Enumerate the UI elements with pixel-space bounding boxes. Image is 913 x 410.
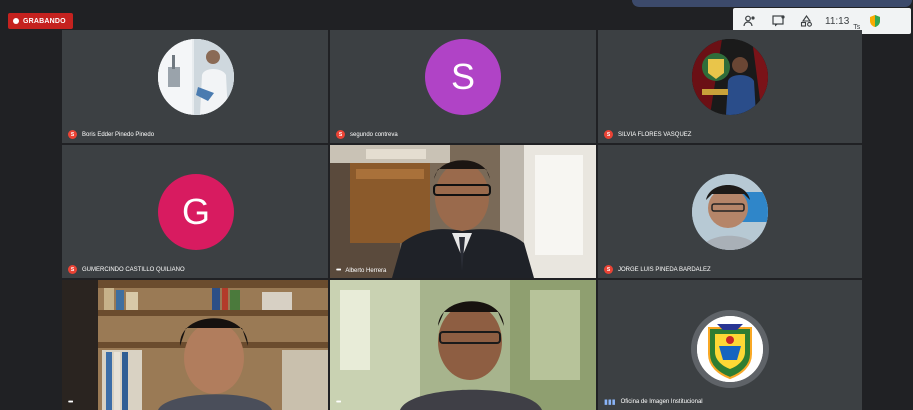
avatar [691, 310, 769, 388]
avatar [692, 174, 768, 250]
participant-name: ▮▮▮ Oficina de Imagen Institucional [604, 399, 703, 406]
chat-icon[interactable] [767, 10, 789, 32]
avatar: G [158, 174, 234, 250]
video-feed [330, 280, 596, 410]
shield-icon[interactable] [864, 10, 886, 32]
record-dot-icon [13, 18, 19, 24]
participant-tile-1[interactable]: S Boris Edder Pinedo Pinedo [62, 30, 328, 143]
participant-tile-4[interactable]: G S GUMERCINDO CASTILLO QUILIANO [62, 145, 328, 278]
avatar: S [425, 39, 501, 115]
mic-off-icon: S [336, 130, 345, 139]
mic-off-icon: S [68, 265, 77, 274]
participant-name: S GUMERCINDO CASTILLO QUILIANO [68, 265, 185, 274]
more-icon[interactable]: ••• [68, 399, 73, 406]
video-feed [62, 280, 328, 410]
recording-badge: GRABANDO [8, 13, 73, 29]
people-icon[interactable] [739, 10, 761, 32]
avatar [692, 39, 768, 115]
participant-tile-2[interactable]: S S segundo contreva [330, 30, 596, 143]
participant-tile-8[interactable]: ••• [330, 280, 596, 410]
participant-name: ••• [336, 399, 345, 406]
video-feed [330, 145, 596, 278]
topbar-accent [632, 0, 912, 7]
activities-icon[interactable] [795, 10, 817, 32]
participant-tile-6[interactable]: S JORGE LUIS PINEDA BARDALEZ [598, 145, 862, 278]
clock-time: 11:13 [825, 15, 850, 27]
participant-name: S segundo contreva [336, 130, 398, 139]
participant-tile-9[interactable]: ▮▮▮ Oficina de Imagen Institucional [598, 280, 862, 410]
recording-label: GRABANDO [23, 17, 66, 25]
participant-tile-5[interactable]: ••• Alberto Herrera [330, 145, 596, 278]
participant-name: ••• [68, 399, 77, 406]
participant-name: S SILVIA FLORES VASQUEZ [604, 130, 691, 139]
participant-tile-3[interactable]: S SILVIA FLORES VASQUEZ [598, 30, 862, 143]
speaking-icon: ▮▮▮ [604, 399, 616, 406]
more-icon[interactable]: ••• [336, 267, 341, 274]
more-icon[interactable]: ••• [336, 399, 341, 406]
participant-name: S Boris Edder Pinedo Pinedo [68, 130, 154, 139]
avatar [158, 39, 234, 115]
meeting-stage: 11:13 Ts GRABANDO S Boris Edder Pinedo P [0, 0, 913, 410]
mic-off-icon: S [68, 130, 77, 139]
participant-tile-7[interactable]: ••• [62, 280, 328, 410]
mic-off-icon: S [604, 265, 613, 274]
participant-name: S JORGE LUIS PINEDA BARDALEZ [604, 265, 711, 274]
participant-name: ••• Alberto Herrera [336, 267, 387, 274]
mic-off-icon: S [604, 130, 613, 139]
